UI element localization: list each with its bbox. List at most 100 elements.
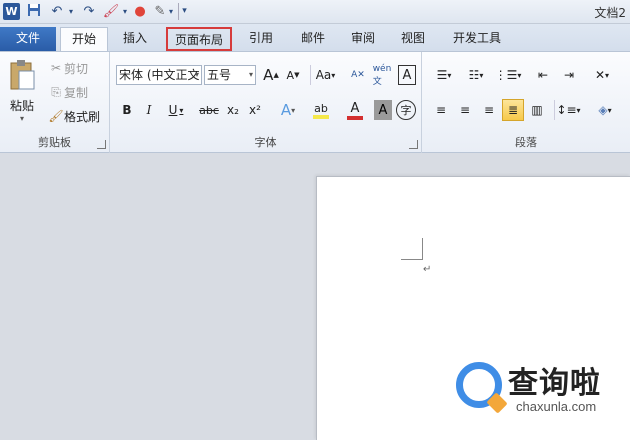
highlight-icon: ab xyxy=(314,101,328,115)
superscript-button[interactable]: x² xyxy=(244,100,266,120)
font-color-button[interactable]: A xyxy=(340,100,370,120)
font-name-value: 宋体 (中文正文 xyxy=(119,68,200,82)
chinese-layout-icon: ✕ xyxy=(594,68,606,82)
font-size-select[interactable]: 五号 ▾ xyxy=(204,65,256,85)
word-logo-icon: W xyxy=(3,3,20,20)
grow-font-icon: A xyxy=(263,66,274,84)
paste-button[interactable]: 粘贴 ▾ xyxy=(4,56,40,126)
undo-dropdown-icon[interactable]: ▾ xyxy=(66,3,76,20)
customize-qat-icon[interactable]: ▾ xyxy=(178,3,190,20)
font-color-icon: A xyxy=(350,100,360,116)
align-left-icon: ≡ xyxy=(435,103,447,117)
underline-button[interactable]: U ▾ xyxy=(162,100,190,120)
paste-label: 粘贴 xyxy=(9,99,34,113)
numbering-icon: ☷ xyxy=(468,68,480,82)
char-shading-icon: A xyxy=(378,102,388,118)
bullets-button[interactable]: ☰ ▾ xyxy=(430,65,458,85)
phonetic-guide-icon: wén 文 xyxy=(372,63,392,87)
copy-icon: ⎘ xyxy=(51,84,61,99)
strikethrough-button[interactable]: abc xyxy=(196,100,222,120)
char-shading-button[interactable]: A xyxy=(374,100,392,120)
font-size-value: 五号 xyxy=(207,68,232,82)
highlight-button[interactable]: ab xyxy=(306,100,336,120)
tab-file[interactable]: 文件 xyxy=(0,27,56,51)
align-right-icon: ≡ xyxy=(483,103,495,117)
highlight-color-bar xyxy=(313,114,329,119)
paragraph-mark-icon: ↵ xyxy=(423,264,432,275)
shading-icon: ◈ xyxy=(598,103,608,117)
copy-button[interactable]: ⎘ 复制 xyxy=(48,82,88,102)
font-name-dropdown-icon: ▾ xyxy=(194,70,199,79)
paint-dropdown-icon[interactable]: ▾ xyxy=(120,3,130,20)
change-case-icon: Aa xyxy=(315,68,332,82)
font-launcher-icon[interactable] xyxy=(409,140,418,149)
underline-icon: U xyxy=(168,103,178,117)
tab-review[interactable]: 审阅 xyxy=(340,27,386,51)
decrease-indent-button[interactable]: ⇤ xyxy=(532,65,554,85)
tab-developer[interactable]: 开发工具 xyxy=(444,27,510,51)
tab-references[interactable]: 引用 xyxy=(238,27,284,51)
margin-corner-mark xyxy=(401,238,423,260)
line-spacing-button[interactable]: ↕≡ ▾ xyxy=(554,100,582,120)
font-color-bar xyxy=(347,115,363,120)
text-effect-button[interactable]: A ▾ xyxy=(274,100,302,120)
tab-page-layout[interactable]: 页面布局 xyxy=(166,27,232,51)
font-group-label: 字体 xyxy=(254,136,277,149)
redo-icon[interactable]: ↷ xyxy=(80,3,98,20)
align-center-button[interactable]: ≡ xyxy=(454,100,476,120)
ribbon: 粘贴 ▾ ✂ 剪切 ⎘ 复制 🖌 格式刷 剪贴板 宋体 (中文正文 ▾ 五号 ▾… xyxy=(0,51,630,153)
font-size-dropdown-icon: ▾ xyxy=(248,70,253,79)
shading-button[interactable]: ◈ ▾ xyxy=(590,100,620,120)
undo-icon[interactable]: ↶ xyxy=(48,3,66,20)
draw-dropdown-icon[interactable]: ▾ xyxy=(166,3,176,20)
cut-button[interactable]: ✂ 剪切 xyxy=(48,58,88,78)
subscript-button[interactable]: x₂ xyxy=(222,100,244,120)
char-border-button[interactable]: A xyxy=(398,65,416,85)
change-case-button[interactable]: Aa ▾ xyxy=(310,65,340,85)
bullets-icon: ☰ xyxy=(436,68,448,82)
text-effect-icon: A xyxy=(280,101,292,119)
tab-home[interactable]: 开始 xyxy=(60,27,108,52)
align-right-button[interactable]: ≡ xyxy=(478,100,500,120)
phonetic-guide-button[interactable]: wén 文 xyxy=(372,63,392,87)
multilevel-list-icon: ⋮☰ xyxy=(494,68,518,82)
chinese-layout-button[interactable]: ✕ ▾ xyxy=(586,65,618,85)
increase-indent-button[interactable]: ⇥ xyxy=(558,65,580,85)
quick-access-toolbar: W ↶ ▾ ↷ 🖌 ▾ ● ✎ ▾ ▾ 文档2 xyxy=(0,0,630,24)
scissors-icon: ✂ xyxy=(50,61,62,75)
shrink-font-button[interactable]: A ▼ xyxy=(282,65,304,85)
align-left-button[interactable]: ≡ xyxy=(430,100,452,120)
tab-insert[interactable]: 插入 xyxy=(112,27,158,51)
font-group: 宋体 (中文正文 ▾ 五号 ▾ A ▲ A ▼ Aa ▾ A✕ wén 文 A B I … xyxy=(110,52,422,153)
format-painter-button[interactable]: 🖌 格式刷 xyxy=(48,106,100,126)
ribbon-tabs: 文件 开始 插入 页面布局 引用 邮件 审阅 视图 开发工具 xyxy=(0,24,630,52)
paste-icon xyxy=(10,60,35,90)
numbering-button[interactable]: ☷ ▾ xyxy=(462,65,490,85)
multilevel-list-button[interactable]: ⋮☰ ▾ xyxy=(494,65,522,85)
clipboard-group-label: 剪贴板 xyxy=(38,136,71,149)
font-name-select[interactable]: 宋体 (中文正文 ▾ xyxy=(116,65,202,85)
color-circle-icon[interactable]: ● xyxy=(132,3,148,20)
tab-mailings[interactable]: 邮件 xyxy=(290,27,336,51)
clear-format-icon: A✕ xyxy=(351,70,365,80)
justify-button[interactable]: ≣ xyxy=(502,99,524,121)
justify-icon: ≣ xyxy=(507,103,519,117)
paragraph-group: ☰ ▾ ☷ ▾ ⋮☰ ▾ ⇤ ⇥ ✕ ▾ ≡ ≡ ≡ ≣ ▥ ↕≡ ▾ ◈ ▾ 段落 xyxy=(422,52,630,153)
char-border-icon: A xyxy=(402,67,412,83)
enclose-char-button[interactable]: 字 xyxy=(396,100,416,120)
italic-button[interactable]: I xyxy=(140,100,158,120)
tab-view[interactable]: 视图 xyxy=(390,27,436,51)
paint-icon[interactable]: 🖌 xyxy=(102,3,120,20)
watermark-logo-icon xyxy=(456,362,502,408)
strikethrough-icon: abc xyxy=(199,103,219,117)
shrink-font-icon: A xyxy=(286,68,295,82)
align-center-icon: ≡ xyxy=(459,103,471,117)
save-icon[interactable] xyxy=(26,3,42,20)
bold-button[interactable]: B xyxy=(118,100,136,120)
distributed-button[interactable]: ▥ xyxy=(526,100,548,120)
clipboard-launcher-icon[interactable] xyxy=(97,140,106,149)
distributed-icon: ▥ xyxy=(531,103,543,117)
clear-format-button[interactable]: A✕ xyxy=(348,65,368,85)
grow-font-button[interactable]: A ▲ xyxy=(260,65,282,85)
decrease-indent-icon: ⇤ xyxy=(537,68,549,82)
